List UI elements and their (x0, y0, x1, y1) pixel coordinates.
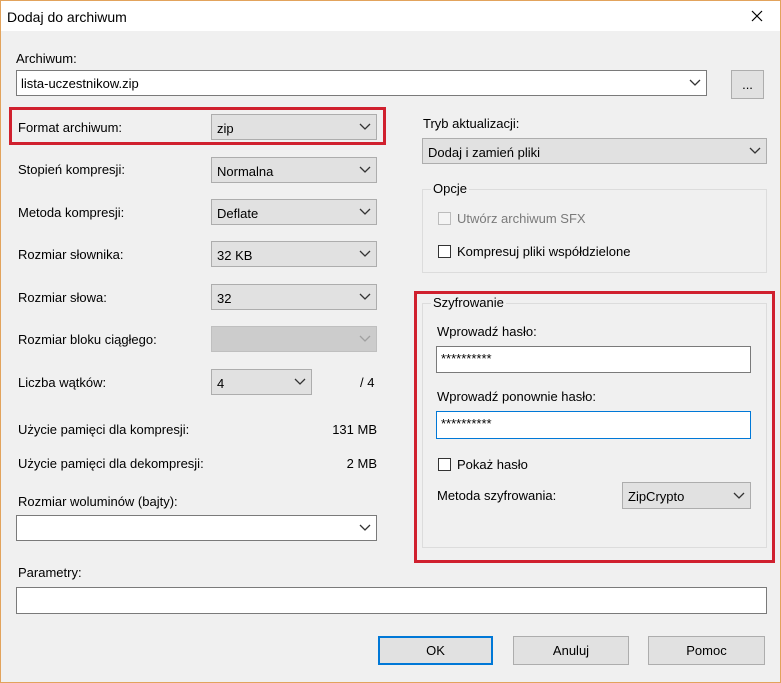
archive-path-combo[interactable]: lista-uczestnikow.zip (16, 70, 707, 96)
parameters-label: Parametry: (18, 565, 82, 580)
chevron-down-icon (359, 524, 371, 531)
options-title: Opcje (431, 181, 469, 196)
threads-label: Liczba wątków: (18, 375, 107, 390)
archive-label: Archiwum: (16, 51, 77, 66)
compression-method-select[interactable]: Deflate (211, 199, 377, 225)
memory-decompress-value: 2 MB (346, 456, 377, 471)
format-highlight-frame (9, 107, 386, 145)
ok-button-label: OK (426, 643, 445, 658)
cancel-button-label: Anuluj (552, 643, 590, 658)
threads-max: / 4 (360, 375, 375, 390)
chevron-down-icon (359, 250, 371, 257)
chevron-down-icon (359, 166, 371, 173)
word-size-value: 32 (217, 291, 232, 306)
word-size-label: Rozmiar słowa: (18, 290, 107, 305)
dictionary-size-select[interactable]: 32 KB (211, 241, 377, 267)
threads-select[interactable]: 4 (211, 369, 312, 395)
shared-files-label: Kompresuj pliki współdzielone (457, 244, 631, 259)
compression-method-label: Metoda kompresji: (18, 205, 125, 220)
dictionary-size-label: Rozmiar słownika: (18, 247, 124, 262)
volumes-label: Rozmiar woluminów (bajty): (18, 494, 178, 509)
solid-block-select (211, 326, 377, 352)
memory-decompress-label: Użycie pamięci dla dekompresji: (18, 456, 204, 471)
help-button[interactable]: Pomoc (648, 636, 765, 665)
solid-block-label: Rozmiar bloku ciągłego: (18, 332, 157, 347)
chevron-down-icon (689, 79, 701, 86)
volumes-combo[interactable] (16, 515, 377, 541)
sfx-checkbox (438, 212, 451, 225)
memory-compress-label: Użycie pamięci dla kompresji: (18, 422, 190, 437)
chevron-down-icon (359, 293, 371, 300)
cancel-button[interactable]: Anuluj (513, 636, 629, 665)
parameters-input[interactable] (16, 587, 767, 614)
chevron-down-icon (749, 147, 761, 154)
browse-button[interactable]: ... (731, 70, 764, 99)
close-icon (751, 10, 763, 22)
compression-level-select[interactable]: Normalna (211, 157, 377, 183)
update-mode-select[interactable]: Dodaj i zamień pliki (422, 138, 767, 164)
compression-method-value: Deflate (217, 206, 259, 221)
chevron-down-icon (359, 335, 371, 342)
shared-files-checkbox[interactable] (438, 245, 451, 258)
browse-button-label: ... (742, 77, 753, 92)
threads-value: 4 (217, 376, 225, 391)
sfx-label: Utwórz archiwum SFX (457, 211, 586, 226)
memory-compress-value: 131 MB (332, 422, 377, 437)
compression-level-value: Normalna (217, 164, 274, 179)
add-to-archive-dialog: Dodaj do archiwum Archiwum: lista-uczest… (0, 0, 781, 683)
help-button-label: Pomoc (686, 643, 727, 658)
encryption-highlight-frame (414, 291, 775, 563)
chevron-down-icon (294, 378, 306, 385)
window-title: Dodaj do archiwum (7, 9, 127, 25)
options-group (422, 189, 767, 273)
close-button[interactable] (734, 1, 780, 31)
update-mode-label: Tryb aktualizacji: (423, 116, 520, 131)
archive-path-value: lista-uczestnikow.zip (21, 76, 139, 91)
update-mode-value: Dodaj i zamień pliki (428, 145, 540, 160)
dictionary-size-value: 32 KB (217, 248, 253, 263)
title-bar: Dodaj do archiwum (1, 1, 780, 31)
chevron-down-icon (359, 208, 371, 215)
word-size-select[interactable]: 32 (211, 284, 377, 310)
compression-level-label: Stopień kompresji: (18, 162, 125, 177)
ok-button[interactable]: OK (378, 636, 493, 665)
